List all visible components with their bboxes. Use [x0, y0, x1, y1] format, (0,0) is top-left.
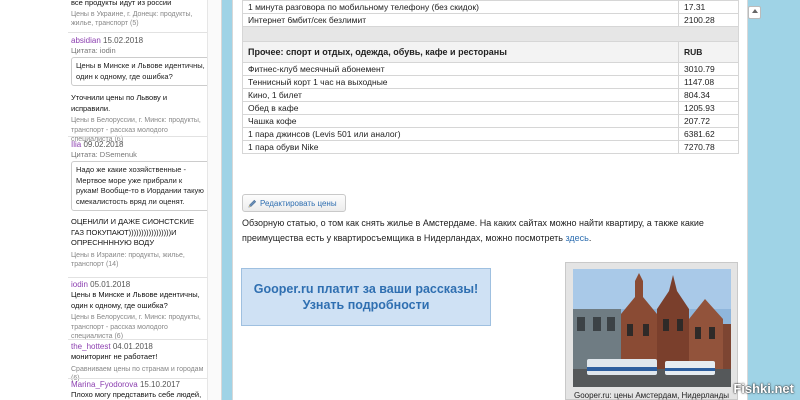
comment-date: 15.02.2018 [103, 36, 144, 45]
comment-date: 09.02.2018 [83, 140, 124, 149]
sidebar-scrollbar[interactable] [207, 0, 221, 400]
table-cell-label: Чашка кофе [242, 114, 679, 128]
description-end: . [588, 232, 592, 243]
table-cell-label: 1 пара обуви Nike [242, 140, 679, 154]
comment: Ilia 09.02.2018 Цитата: DSemenuk Надо же… [0, 140, 210, 270]
comment-meta[interactable]: Цены в Израиле: продукты, жилье, транспо… [71, 251, 207, 270]
banner-line2: Узнать подробности [302, 298, 430, 312]
table-row: 1 пара джинсов (Levis 501 или аналог) 638… [242, 127, 739, 141]
gooper-banner[interactable]: Gooper.ru платит за ваши рассказы! Узнат… [241, 268, 491, 326]
comment-author[interactable]: iodin [71, 280, 88, 289]
photo-caption: Gooper.ru: цены Амстердам, Нидерланды [573, 391, 730, 400]
currency-label: RUB [678, 41, 739, 63]
table-cell-value: 6381.62 [678, 127, 739, 141]
table-row: Теннисный корт 1 час на выходные 1147.08 [242, 75, 739, 89]
amsterdam-photo[interactable] [573, 269, 731, 387]
comment-date: 04.01.2018 [112, 342, 153, 351]
comment-text: Цены в Минске и Львове идентичны, один к… [71, 290, 200, 310]
quote-label: Цитата: DSemenuk [71, 150, 137, 159]
edit-prices-button[interactable]: Редактировать цены [242, 194, 346, 212]
table-row: Фитнес-клуб месячный абонемент 3010.79 [242, 62, 739, 76]
banner-line1: Gooper.ru платит за ваши рассказы! [253, 282, 479, 296]
table-cell-value: 1205.93 [678, 101, 739, 115]
comment-date: 05.01.2018 [90, 280, 131, 289]
comment-count: (5) [130, 20, 139, 27]
table-cell-value: 7270.78 [678, 140, 739, 154]
table-cell-value: 804.34 [678, 88, 739, 102]
comment-text: ОЦЕНИЛИ И ДАЖЕ СИОНСТСКИЕ ГАЗ ПОКУПАЮТ))… [71, 217, 195, 247]
table-row: Чашка кофе 207.72 [242, 114, 739, 128]
table-cell-label: 1 минута разговора по мобильному телефон… [242, 0, 679, 14]
divider [68, 378, 207, 379]
table-row: Интернет 6мбит/сек безлимит 2100.28 [242, 13, 739, 27]
comment-meta[interactable]: Цены в Украине, г. Донецк: продукты, жил… [71, 10, 207, 29]
comment-text: мониторинг не работает! [71, 352, 158, 361]
divider [68, 32, 207, 33]
table-cell-value: 207.72 [678, 114, 739, 128]
quote-label: Цитата: iodin [71, 46, 116, 55]
comment-author[interactable]: Marina_Fyodorova [71, 380, 138, 389]
table-cell-label: 1 пара джинсов (Levis 501 или аналог) [242, 127, 679, 141]
table-cell-value: 3010.79 [678, 62, 739, 76]
comment: Marina_Fyodorova 15.10.2017 Плохо могу п… [0, 380, 207, 400]
table-cell-value: 17.31 [678, 0, 739, 14]
comment-date: 15.10.2017 [139, 380, 180, 389]
comment-count: (14) [105, 261, 119, 268]
amsterdam-photo-image [573, 269, 731, 387]
comment-author[interactable]: the_hottest [71, 342, 111, 351]
table-row: Обед в кафе 1205.93 [242, 101, 739, 115]
comment-quote: Надо же какие хозяйственные - Мертвое мо… [71, 161, 210, 211]
comment: absidian 15.02.2018 Цитата: iodin Цены в… [0, 36, 210, 145]
table-cell-label: Кино, 1 билет [242, 88, 679, 102]
comment-text: Уточнили цены по Львову и исправили. [71, 93, 168, 113]
price-table: 1 минута разговора по мобильному телефон… [242, 0, 739, 154]
description-text: Обзорную статью, о том как снять жилье в… [242, 216, 742, 245]
table-cell-label: Обед в кафе [242, 101, 679, 115]
table-cell-label: Интернет 6мбит/сек безлимит [242, 13, 679, 27]
table-cell-value: 1147.08 [678, 75, 739, 89]
comment-top: все продукты идут из россии Цены в Украи… [0, 0, 207, 29]
table-cell-label: Фитнес-клуб месячный абонемент [242, 62, 679, 76]
comments-sidebar: все продукты идут из россии Цены в Украи… [0, 0, 222, 400]
table-row: 1 пара обуви Nike 7270.78 [242, 140, 739, 154]
table-cell-label: Теннисный корт 1 час на выходные [242, 75, 679, 89]
comment-author[interactable]: absidian [71, 36, 101, 45]
pencil-icon [248, 199, 257, 207]
comment-text: все продукты идут из россии [71, 0, 172, 7]
table-section-header: Прочее: спорт и отдых, одежда, обувь, ка… [242, 41, 739, 63]
description-body: Обзорную статью, о том как снять жилье в… [242, 218, 704, 243]
table-row: 1 минута разговора по мобильному телефон… [242, 0, 739, 14]
divider [68, 277, 207, 278]
scroll-up-arrow[interactable] [748, 6, 761, 19]
watermark: Fishki.net [733, 381, 794, 396]
edit-prices-label: Редактировать цены [260, 198, 337, 208]
table-row: Кино, 1 билет 804.34 [242, 88, 739, 102]
table-cell-value: 2100.28 [678, 13, 739, 27]
comment-meta-link[interactable]: Цены в Белоруссии, г. Минск: продукты, т… [71, 314, 201, 340]
comment-text: Плохо могу представить себе людей, [71, 390, 202, 399]
comment-meta-link[interactable]: Цены в Израиле: продукты, жилье, транспо… [71, 252, 185, 269]
comment-quote: Цены в Минске и Львове идентичны, один к… [71, 57, 210, 86]
divider [68, 339, 207, 340]
photo-widget[interactable]: Gooper.ru: цены Амстердам, Нидерланды [565, 262, 738, 400]
comment-meta[interactable]: Цены в Белоруссии, г. Минск: продукты, т… [71, 313, 207, 342]
section-title: Прочее: спорт и отдых, одежда, обувь, ка… [242, 41, 679, 63]
comment-author[interactable]: Ilia [71, 140, 81, 149]
description-link[interactable]: здесь [565, 233, 588, 243]
comment: iodin 05.01.2018 Цены в Минске и Львове … [0, 280, 207, 342]
table-spacer [242, 26, 739, 42]
divider [68, 136, 207, 137]
comment-meta-link[interactable]: Сравниваем цены по странам и городам [71, 366, 203, 373]
